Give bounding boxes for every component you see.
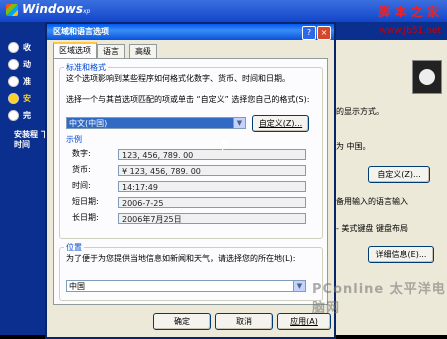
sample-label: 示例: [66, 135, 82, 144]
close-button[interactable]: ×: [317, 26, 331, 40]
tab-panel: 标准和格式 这个选项影响到某些程序如何格式化数字、货币、时间和日期。 选择一个与…: [53, 58, 328, 305]
windows-logo-icon: [6, 4, 18, 16]
mouse-cursor-icon: [222, 140, 234, 152]
windows-brand: Windowsxp: [22, 2, 91, 16]
back-text-input: 备用输入的语言输入: [336, 197, 408, 206]
step-dot-icon: [8, 42, 19, 53]
sample-currency-label: 货币:: [72, 165, 91, 174]
location-select[interactable]: 中国 ▼: [66, 280, 306, 292]
regional-options-dialog: 区域和语言选项 ? × 区域选项 语言 高级 标准和格式 这个选项影响到某些程序…: [45, 22, 336, 339]
setup-step-3: 准: [8, 76, 31, 87]
format-select-value: 中文(中国): [69, 119, 108, 128]
cancel-button[interactable]: 取消: [215, 313, 273, 330]
back-customize-button[interactable]: 自定义(Z)...: [368, 166, 430, 183]
back-details-button[interactable]: 详细信息(E)...: [368, 246, 434, 263]
sample-time-label: 时间:: [72, 181, 91, 190]
step-dot-icon: [8, 59, 19, 70]
sample-long-date-value: 2006年7月25日: [118, 213, 306, 224]
back-text-format: 的显示方式。: [336, 107, 384, 116]
sample-long-date-label: 长日期:: [72, 213, 99, 222]
sample-time-value: 14:17:49: [118, 181, 306, 192]
help-button[interactable]: ?: [302, 26, 316, 40]
setup-step-5: 完: [8, 110, 31, 121]
ok-button[interactable]: 确定: [153, 313, 211, 330]
back-text-location: 为 中国。: [336, 142, 371, 151]
step-dot-icon: [8, 110, 19, 121]
watermark-site: 脚 本 之 家: [378, 5, 439, 19]
location-select-value: 中国: [69, 282, 85, 291]
setup-step-4: 安: [8, 93, 31, 104]
watermark-pconline: PConline 太平洋电脑网: [312, 282, 446, 316]
sample-number-value: 123, 456, 789. 00: [118, 149, 306, 160]
format-prompt: 选择一个与其首选项匹配的项或单击 “自定义” 选择您自己的格式(S):: [66, 95, 310, 104]
watermark-url: www.Jb51.net: [379, 26, 441, 36]
sample-short-date-value: 2006-7-25: [118, 197, 306, 208]
location-description: 为了便于为您提供当地信息如新闻和天气，请选择您的所在地(L):: [66, 254, 296, 263]
sample-short-date-label: 短日期:: [72, 197, 99, 206]
tab-languages[interactable]: 语言: [97, 44, 125, 59]
setup-step-2: 动: [8, 59, 31, 70]
location-group-label: 位置: [64, 242, 84, 253]
sample-currency-value: ¥ 123, 456, 789. 00: [118, 165, 306, 176]
standards-description: 这个选项影响到某些程序如何格式化数字、货币、时间和日期。: [66, 74, 290, 83]
standards-group-label: 标准和格式: [64, 62, 108, 73]
cd-icon: [412, 60, 442, 94]
tab-advanced[interactable]: 高级: [129, 44, 157, 59]
chevron-down-icon: ▼: [233, 118, 245, 128]
chevron-down-icon: ▼: [293, 281, 305, 291]
customize-button[interactable]: 自定义(Z)...: [252, 115, 309, 132]
dialog-title: 区域和语言选项: [47, 24, 334, 40]
back-text-keyboard: - 美式键盘 键盘布局: [336, 224, 408, 233]
setup-step-1: 收: [8, 42, 31, 53]
step-dot-active-icon: [8, 93, 19, 104]
format-select[interactable]: 中文(中国) ▼: [66, 117, 246, 129]
sample-number-label: 数字:: [72, 149, 91, 158]
step-dot-icon: [8, 76, 19, 87]
